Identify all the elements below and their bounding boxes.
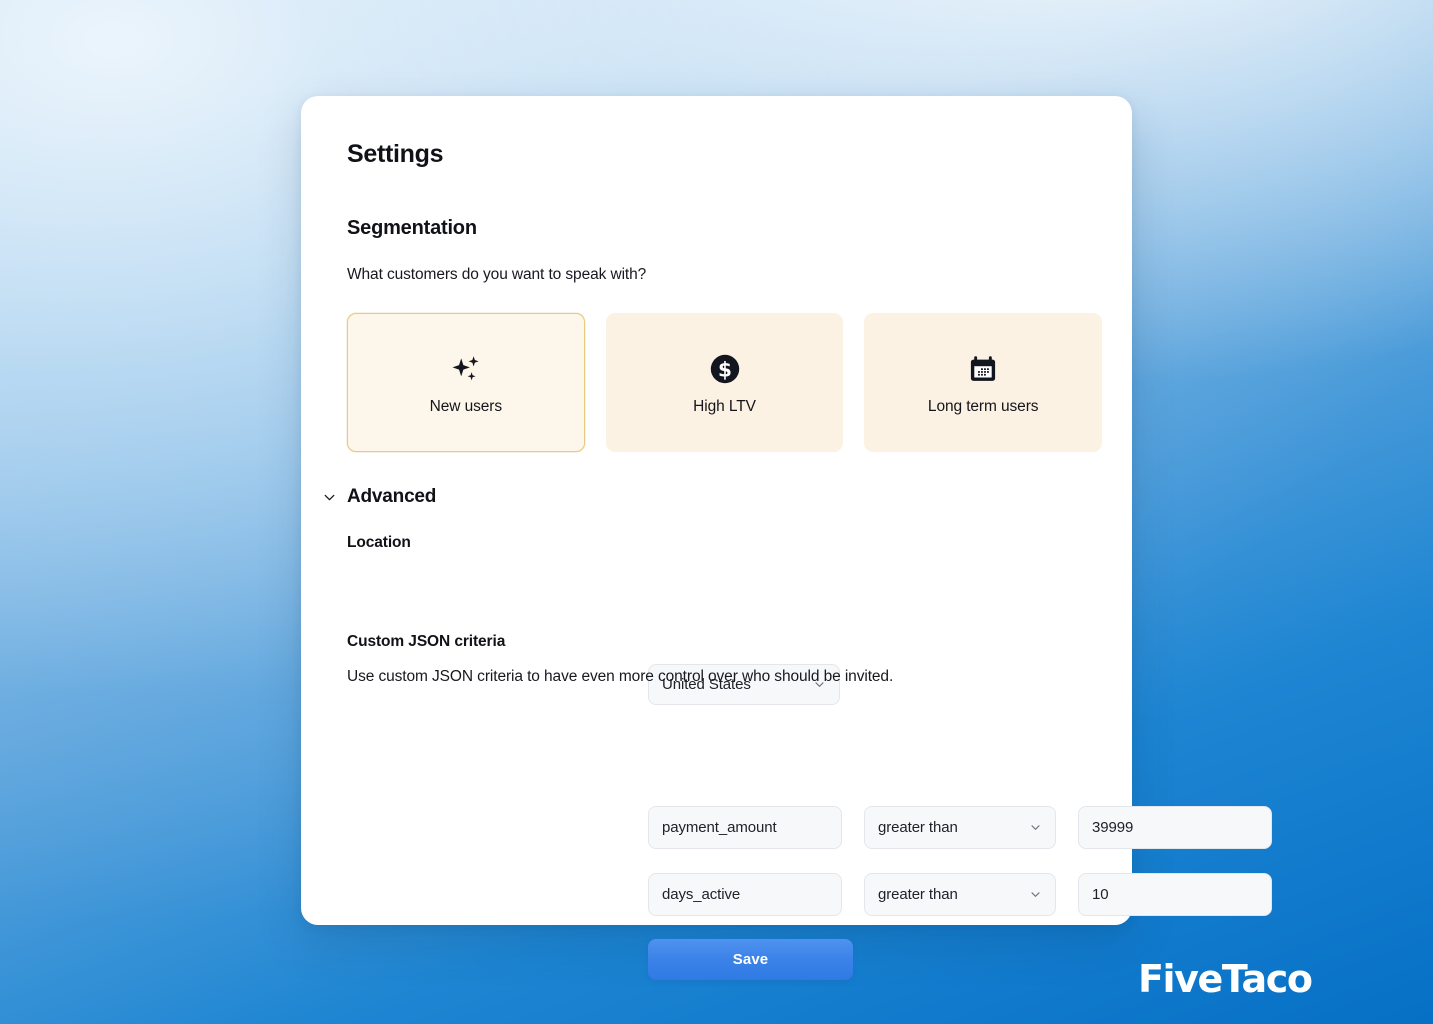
app-background: Settings Segmentation What customers do …	[0, 0, 1433, 1024]
custom-json-label: Custom JSON criteria	[347, 633, 506, 650]
sparkles-icon	[447, 350, 485, 388]
calendar-icon	[966, 350, 1000, 388]
criteria-value-text: 10	[1092, 886, 1109, 903]
criteria-value-input[interactable]: 39999	[1078, 806, 1272, 849]
chevron-down-icon	[324, 494, 335, 500]
advanced-label: Advanced	[347, 486, 437, 507]
criteria-operator-select[interactable]: greater than	[864, 806, 1056, 849]
settings-card: Settings Segmentation What customers do …	[301, 96, 1272, 980]
criteria-rows: payment_amount greater than 39999 days_a…	[648, 806, 1272, 916]
segment-option-high-ltv[interactable]: $ High LTV	[605, 313, 844, 452]
criteria-field-input[interactable]: payment_amount	[648, 806, 842, 849]
chevron-down-icon	[1031, 825, 1040, 830]
criteria-field-input[interactable]: days_active	[648, 873, 842, 916]
svg-text:$: $	[718, 357, 732, 381]
criteria-field-value: payment_amount	[662, 819, 777, 836]
criteria-operator-value: greater than	[878, 819, 958, 836]
criteria-value-text: 39999	[1092, 819, 1134, 836]
chevron-down-icon	[1031, 892, 1040, 897]
criteria-field-value: days_active	[662, 886, 741, 903]
segmentation-question: What customers do you want to speak with…	[347, 266, 647, 283]
segment-option-new-users[interactable]: New users	[347, 313, 585, 452]
segment-option-long-term-users[interactable]: Long term users	[864, 313, 1103, 452]
dollar-circle-icon: $	[708, 350, 742, 388]
location-label: Location	[347, 534, 411, 551]
advanced-section-toggle[interactable]: Advanced	[321, 486, 436, 508]
save-button[interactable]: Save	[648, 939, 853, 980]
criteria-operator-select[interactable]: greater than	[864, 873, 1056, 916]
segment-label: New users	[429, 397, 502, 415]
criteria-row: days_active greater than 10	[648, 873, 1272, 916]
segmentation-heading: Segmentation	[347, 217, 477, 239]
criteria-value-input[interactable]: 10	[1078, 873, 1272, 916]
segment-label: High LTV	[693, 397, 756, 415]
segment-options: New users $ High LTV Long term users	[347, 313, 1103, 452]
criteria-row: payment_amount greater than 39999	[648, 806, 1272, 849]
brand-logo: FiveTaco	[1138, 957, 1313, 1001]
page-title: Settings	[347, 140, 444, 168]
segment-label: Long term users	[927, 397, 1039, 415]
criteria-operator-value: greater than	[878, 886, 958, 903]
custom-json-help: Use custom JSON criteria to have even mo…	[347, 668, 894, 685]
